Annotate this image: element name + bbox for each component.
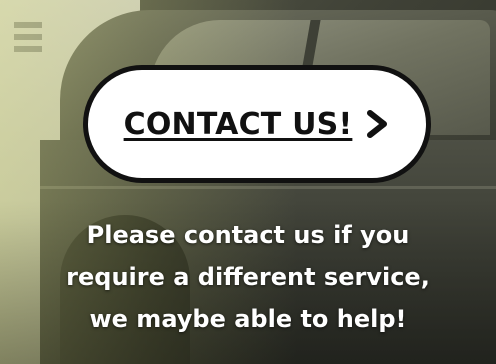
- contact-us-button[interactable]: CONTACT US!: [88, 70, 426, 178]
- chevron-right-icon: [367, 110, 388, 138]
- contact-us-label: CONTACT US!: [123, 106, 353, 142]
- help-message-line: we maybe able to help!: [89, 305, 407, 333]
- help-message-line: Please contact us if you: [86, 221, 410, 249]
- help-message-line: require a different service,: [66, 263, 430, 291]
- contact-banner: CONTACT US! Please contact us if you req…: [0, 0, 496, 364]
- help-message: Please contact us if you require a diffe…: [0, 214, 496, 340]
